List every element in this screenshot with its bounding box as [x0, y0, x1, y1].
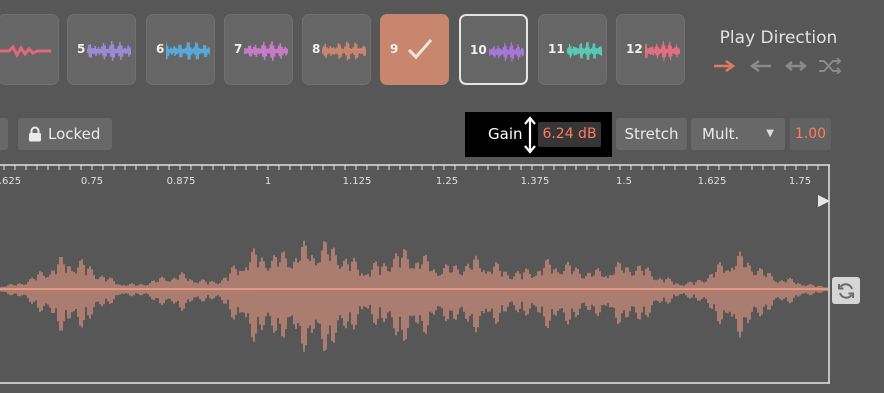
waveform-thumbnail — [87, 41, 131, 61]
locked-label: Locked — [48, 125, 101, 143]
mult-value-input[interactable]: 1.00 — [790, 118, 831, 150]
sample-slot-12[interactable]: 12 — [616, 14, 685, 85]
slot-number: 9 — [390, 42, 399, 56]
loop-button[interactable] — [832, 277, 860, 304]
waveform-thumbnail — [567, 41, 602, 61]
sample-slot-5[interactable]: 5 — [67, 14, 136, 85]
slot-4-partial[interactable] — [0, 14, 59, 85]
gain-value[interactable]: 6.24 dB — [538, 122, 601, 147]
play-direction-title: Play Direction — [719, 28, 838, 48]
stretch-label: Stretch — [624, 125, 679, 143]
waveform — [0, 240, 829, 352]
waveform-editor[interactable] — [0, 150, 884, 393]
arrow-both-icon[interactable] — [784, 58, 808, 74]
sample-slot-9[interactable]: 9 — [380, 14, 449, 85]
waveform-thumbnail — [0, 44, 51, 59]
stretch-button[interactable]: Stretch — [616, 118, 687, 150]
slot-number: 10 — [470, 43, 487, 57]
refresh-icon — [838, 283, 854, 299]
vertical-resize-icon — [524, 116, 536, 154]
checkmark-icon — [407, 39, 433, 60]
waveform-thumbnail — [166, 42, 210, 60]
lock-icon — [29, 126, 41, 142]
mult-dropdown[interactable]: Mult. ▼ — [691, 118, 785, 150]
slot-number: 12 — [626, 42, 643, 56]
end-marker-handle[interactable] — [818, 195, 830, 207]
sample-slot-7[interactable]: 7 — [224, 14, 293, 85]
previous-toolbar-button[interactable] — [0, 118, 8, 150]
waveform-thumbnail — [645, 41, 680, 61]
shuffle-icon[interactable] — [818, 58, 842, 74]
sample-slot-8[interactable]: 8 — [302, 14, 371, 85]
arrow-left-icon[interactable] — [748, 58, 772, 74]
mult-label: Mult. — [702, 125, 740, 143]
waveform-thumbnail — [489, 42, 524, 62]
gain-label: Gain — [488, 125, 523, 143]
waveform-thumbnail — [244, 41, 288, 61]
slot-number: 6 — [156, 42, 165, 56]
slot-number: 8 — [312, 42, 321, 56]
slot-number: 5 — [77, 42, 86, 56]
waveform-thumbnail — [322, 41, 366, 61]
sample-slot-11[interactable]: 11 — [538, 14, 607, 85]
sample-slot-6[interactable]: 6 — [146, 14, 215, 85]
arrow-right-icon[interactable] — [713, 58, 737, 74]
slot-number: 7 — [234, 42, 243, 56]
slot-number: 11 — [548, 42, 565, 56]
sample-slot-10[interactable]: 10 — [459, 14, 528, 85]
chevron-down-icon: ▼ — [766, 128, 774, 139]
locked-button[interactable]: Locked — [18, 118, 112, 150]
